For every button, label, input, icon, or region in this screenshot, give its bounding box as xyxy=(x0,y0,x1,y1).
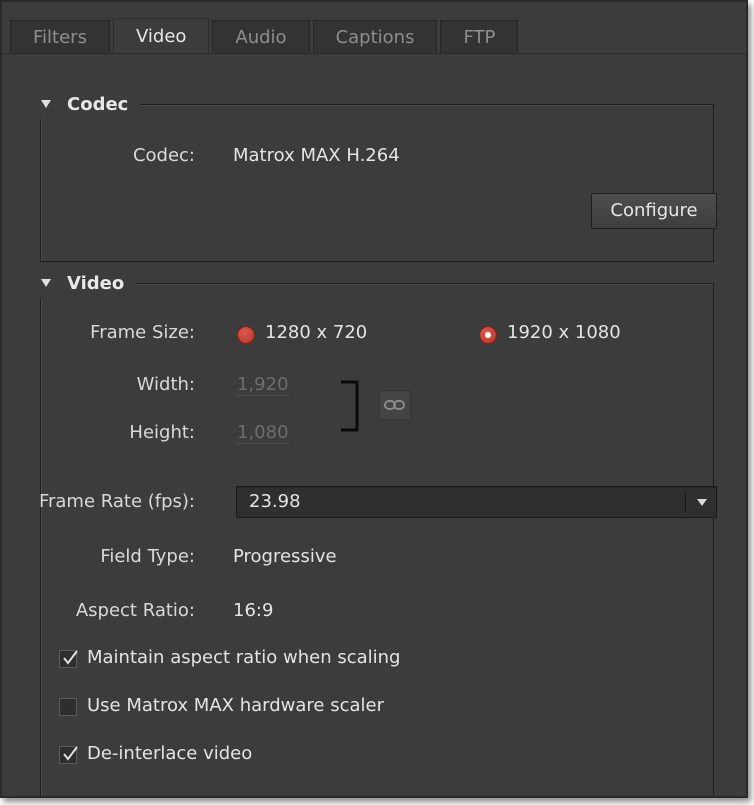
tab-bar: Filters Video Audio Captions FTP xyxy=(10,18,521,54)
width-label: Width: xyxy=(136,374,195,395)
tab-audio[interactable]: Audio xyxy=(212,20,310,54)
tab-divider xyxy=(2,53,746,54)
width-field[interactable]: 1,920 xyxy=(237,374,289,396)
deinterlace-checkbox[interactable] xyxy=(59,746,78,764)
hardware-scaler-checkbox[interactable] xyxy=(59,698,77,716)
collapse-triangle-icon[interactable] xyxy=(41,279,51,287)
codec-group-header[interactable]: Codec xyxy=(27,89,141,119)
aspect-ratio-label: Aspect Ratio: xyxy=(75,600,195,621)
select-divider xyxy=(685,491,686,513)
video-group-title: Video xyxy=(67,272,125,294)
frame-size-label: Frame Size: xyxy=(90,322,195,343)
frame-size-1280-label[interactable]: 1280 x 720 xyxy=(265,322,367,343)
codec-group: Codec Codec: Matrox MAX H.264 Configure xyxy=(27,89,717,262)
export-settings-panel: Filters Video Audio Captions FTP Codec C… xyxy=(0,0,748,798)
maintain-aspect-label[interactable]: Maintain aspect ratio when scaling xyxy=(87,647,400,668)
video-group: Video Frame Size: 1280 x 720 1920 x 1080… xyxy=(27,268,717,796)
field-type-value: Progressive xyxy=(233,546,337,567)
hardware-scaler-label[interactable]: Use Matrox MAX hardware scaler xyxy=(87,695,384,716)
collapse-triangle-icon[interactable] xyxy=(41,100,51,108)
aspect-ratio-value: 16:9 xyxy=(233,600,274,621)
configure-button[interactable]: Configure xyxy=(591,193,717,229)
checkmark-icon xyxy=(63,650,78,665)
frame-size-1280-radio[interactable] xyxy=(237,326,255,344)
tab-captions[interactable]: Captions xyxy=(312,20,438,54)
frame-rate-value: 23.98 xyxy=(249,491,301,512)
tab-filters[interactable]: Filters xyxy=(10,20,110,54)
frame-rate-select[interactable]: 23.98 xyxy=(236,486,717,518)
codec-value: Matrox MAX H.264 xyxy=(233,145,400,166)
frame-size-1920-radio[interactable] xyxy=(479,326,497,344)
chevron-down-icon[interactable] xyxy=(697,499,707,506)
codec-group-title: Codec xyxy=(67,93,129,115)
chain-link-icon[interactable] xyxy=(379,390,411,420)
link-bracket-icon xyxy=(341,380,359,432)
field-type-label: Field Type: xyxy=(100,546,195,567)
tab-ftp[interactable]: FTP xyxy=(440,20,519,54)
deinterlace-label[interactable]: De-interlace video xyxy=(87,743,252,764)
checkmark-icon xyxy=(63,746,78,761)
video-group-header[interactable]: Video xyxy=(27,268,137,298)
maintain-aspect-checkbox[interactable] xyxy=(59,650,78,668)
frame-rate-label: Frame Rate (fps): xyxy=(38,491,195,512)
height-field[interactable]: 1,080 xyxy=(237,422,289,444)
height-label: Height: xyxy=(129,422,195,443)
tab-video[interactable]: Video xyxy=(112,18,210,54)
codec-label: Codec: xyxy=(132,145,195,166)
frame-size-1920-label[interactable]: 1920 x 1080 xyxy=(507,322,621,343)
